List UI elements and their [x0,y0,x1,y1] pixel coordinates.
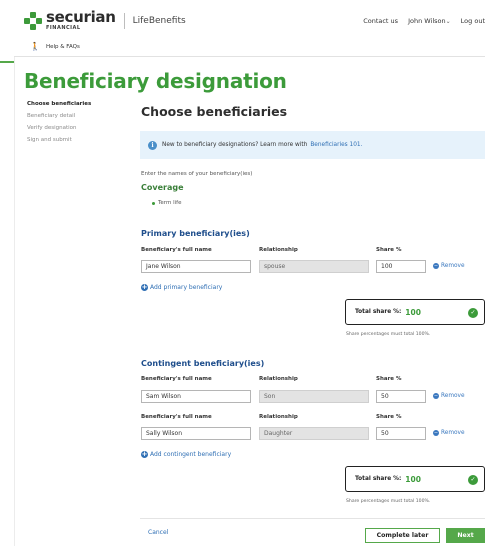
plus-circle-icon: + [141,450,148,458]
step-navigation: Choose beneficiaries Beneficiary detail … [27,98,91,146]
contingent-name-field-1[interactable]: Sam Wilson [141,390,251,403]
footer-divider [140,518,485,519]
logo-divider [123,12,125,29]
contingent-total-box: Total share %: 100 ✓ [345,466,485,492]
remove-label: Remove [441,263,465,269]
add-primary-label: Add primary beneficiary [150,284,223,291]
primary-relationship-field[interactable]: spouse [259,260,369,273]
relationship-column-label: Relationship [259,247,298,253]
securian-logo-icon [24,11,42,30]
product-name: LifeBenefits [132,15,186,26]
brand-name: securian [46,8,116,26]
help-faqs-link[interactable]: 🚶 Help & FAQs [30,42,80,51]
primary-title: Primary beneficiary(ies) [141,229,250,238]
info-icon: i [148,140,157,150]
remove-label: Remove [441,430,465,436]
contingent-remove-button-1[interactable]: − Remove [433,393,465,399]
remove-icon: − [433,263,439,269]
relationship-column-label: Relationship [259,414,298,420]
step-beneficiary-detail[interactable]: Beneficiary detail [27,110,91,122]
contingent-share-field-1[interactable]: 50 [376,390,426,403]
header-divider [14,56,485,57]
primary-total-box: Total share %: 100 ✓ [345,299,485,325]
coverage-item-label: Term life [158,200,182,206]
name-column-label: Beneficiary's full name [141,376,212,382]
cancel-link[interactable]: Cancel [148,529,168,536]
instruction-text: Enter the names of your beneficiary(ies) [141,171,253,177]
contact-us-link[interactable]: Contact us [363,17,398,25]
brand-sub: FINANCIAL [46,25,81,31]
add-primary-beneficiary-link[interactable]: + Add primary beneficiary [141,284,222,291]
contingent-share-field-2[interactable]: 50 [376,427,426,440]
remove-label: Remove [441,393,465,399]
help-person-icon: 🚶 [30,42,40,51]
share-column-label: Share % [376,414,402,420]
top-nav: Contact us John Wilson⌄ Log out [363,17,485,25]
page-title: Beneficiary designation [24,69,287,93]
section-title: Choose beneficiaries [141,104,288,119]
primary-total-label: Total share %: [355,309,402,315]
check-circle-icon: ✓ [468,308,478,318]
contingent-total-label: Total share %: [355,476,402,482]
share-column-label: Share % [376,376,402,382]
contingent-name-field-2[interactable]: Sally Wilson [141,427,251,440]
info-text: New to beneficiary designations? Learn m… [162,142,308,148]
primary-total-note: Share percentages must total 100%. [346,332,431,337]
contingent-title: Contingent beneficiary(ies) [141,359,265,368]
check-circle-icon: ✓ [468,475,478,485]
primary-remove-button[interactable]: − Remove [433,263,465,269]
coverage-item: Term life [152,200,181,206]
contingent-total-value: 100 [405,474,421,484]
primary-share-field[interactable]: 100 [376,260,426,273]
contingent-total-note: Share percentages must total 100%. [346,499,431,504]
step-verify-designation[interactable]: Verify designation [27,122,91,134]
contingent-remove-button-2[interactable]: − Remove [433,430,465,436]
remove-icon: − [433,430,439,436]
help-label: Help & FAQs [45,43,80,50]
next-button[interactable]: Next [446,528,485,543]
add-contingent-label: Add contingent beneficiary [150,451,232,458]
logout-link[interactable]: Log out [461,17,485,25]
coverage-title: Coverage [141,183,184,192]
contingent-relationship-field-2[interactable]: Daughter [259,427,369,440]
beneficiaries-101-link[interactable]: Beneficiaries 101. [310,142,362,148]
app-header: securian FINANCIAL LifeBenefits Contact … [0,0,485,38]
name-column-label: Beneficiary's full name [141,247,212,253]
name-column-label: Beneficiary's full name [141,414,212,420]
info-banner: i New to beneficiary designations? Learn… [140,131,485,159]
bullet-icon [152,201,155,205]
chevron-down-icon: ⌄ [445,18,451,25]
contingent-relationship-field-1[interactable]: Son [259,390,369,403]
accent-bar [0,61,14,63]
step-choose-beneficiaries[interactable]: Choose beneficiaries [27,98,91,110]
relationship-column-label: Relationship [259,376,298,382]
share-column-label: Share % [376,247,402,253]
user-name: John Wilson [408,17,446,25]
complete-later-button[interactable]: Complete later [365,528,440,543]
user-menu[interactable]: John Wilson⌄ [408,17,451,25]
securian-logo[interactable]: securian FINANCIAL LifeBenefits [24,10,186,31]
left-divider [14,57,15,546]
step-sign-and-submit[interactable]: Sign and submit [27,134,91,146]
remove-icon: − [433,393,439,399]
add-contingent-beneficiary-link[interactable]: + Add contingent beneficiary [141,451,231,458]
plus-circle-icon: + [141,283,148,291]
primary-name-field[interactable]: Jane Wilson [141,260,251,273]
primary-total-value: 100 [405,307,421,317]
